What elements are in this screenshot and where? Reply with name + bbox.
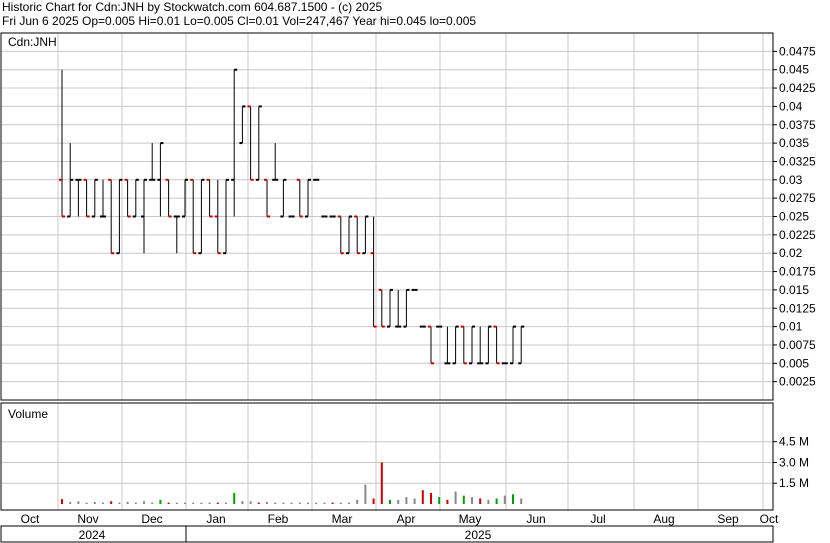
price-tick-label: 0.0025 [779,375,816,389]
volume-tick-label: 4.5 M [779,435,809,449]
month-label: Dec [141,512,162,526]
gridlines [1,33,773,510]
price-tick-label: 0.03 [779,173,803,187]
axis-labels: 0.0475 0.045 0.0425 0.04 0.0375 0.035 0.0325 0.… [8,35,816,542]
month-label: Jan [206,512,225,526]
price-tick-label: 0.04 [779,99,803,113]
month-label: Jun [526,512,545,526]
price-tick-label: 0.02 [779,246,803,260]
price-tick-label: 0.0375 [779,118,816,132]
month-label: Oct [21,512,40,526]
price-tick-label: 0.035 [779,136,809,150]
price-tick-label: 0.0075 [779,338,816,352]
price-tick-label: 0.015 [779,283,809,297]
price-tick-label: 0.0175 [779,265,816,279]
year-label: 2024 [79,528,106,542]
volume-panel-title: Volume [8,407,48,421]
price-tick-label: 0.025 [779,210,809,224]
price-panel-title: Cdn:JNH [8,35,57,49]
volume-tick-label: 1.5 M [779,476,809,490]
month-label: Aug [653,512,674,526]
price-tick-label: 0.005 [779,356,809,370]
month-label: Oct [760,512,779,526]
price-tick-label: 0.0125 [779,301,816,315]
year-row-frame [0,525,774,543]
price-tick-label: 0.0325 [779,154,816,168]
price-tick-label: 0.0225 [779,228,816,242]
month-label: Jul [590,512,605,526]
price-tick-label: 0.0275 [779,191,816,205]
price-tick-label: 0.01 [779,320,803,334]
month-label: May [459,512,482,526]
volume-tick-label: 3.0 M [779,455,809,469]
stock-chart: 0.0475 0.045 0.0425 0.04 0.0375 0.035 0.0325 0.… [0,32,816,543]
month-label: Nov [77,512,98,526]
month-label: Apr [397,512,416,526]
year-label: 2025 [465,528,492,542]
price-tick-label: 0.0475 [779,44,816,58]
month-label: Feb [268,512,289,526]
month-label: Sep [717,512,739,526]
month-label: Mar [332,512,353,526]
chart-frame [0,32,774,543]
price-tick-label: 0.0425 [779,81,816,95]
price-tick-label: 0.045 [779,63,809,77]
volume-panel-frame [0,402,774,511]
